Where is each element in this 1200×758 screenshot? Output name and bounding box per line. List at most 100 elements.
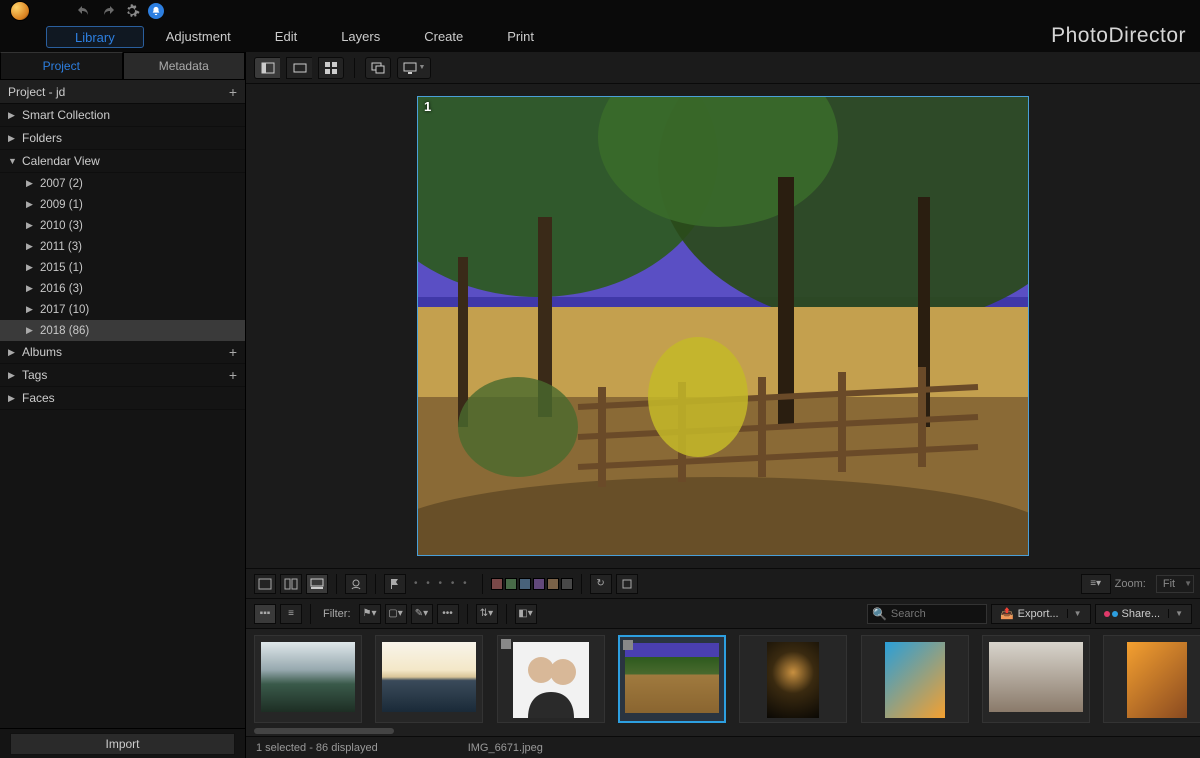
tree-albums[interactable]: ▶Albums+ bbox=[0, 341, 245, 364]
add-album-icon[interactable]: + bbox=[229, 344, 237, 360]
stack-icon[interactable]: ⇅▾ bbox=[476, 604, 498, 624]
tree-year[interactable]: ▶2016 (3) bbox=[0, 278, 245, 299]
color-swatch[interactable] bbox=[533, 578, 545, 590]
tree-faces[interactable]: ▶Faces bbox=[0, 387, 245, 410]
sidebar: Project Metadata Project - jd + ▶Smart C… bbox=[0, 52, 246, 758]
color-swatch[interactable] bbox=[519, 578, 531, 590]
nav-layers[interactable]: Layers bbox=[319, 26, 402, 48]
preview-area[interactable]: 1 bbox=[246, 84, 1200, 568]
settings-icon[interactable] bbox=[124, 3, 140, 19]
color-swatch[interactable] bbox=[491, 578, 503, 590]
layout-2-icon[interactable] bbox=[280, 574, 302, 594]
tree-label: Albums bbox=[22, 345, 62, 359]
tree-label: 2017 (10) bbox=[40, 304, 89, 316]
preview-photo bbox=[418, 97, 1028, 555]
share-button[interactable]: Share... ▼ bbox=[1095, 604, 1192, 624]
nav-adjustment[interactable]: Adjustment bbox=[144, 26, 253, 48]
app-logo bbox=[10, 1, 30, 21]
status-filename: IMG_6671.jpeg bbox=[468, 742, 543, 754]
nav-print[interactable]: Print bbox=[485, 26, 556, 48]
nav-library[interactable]: Library bbox=[46, 26, 144, 48]
thumbnail[interactable] bbox=[982, 635, 1090, 723]
thumbnail[interactable] bbox=[254, 635, 362, 723]
zoom-label: Zoom: bbox=[1115, 578, 1146, 590]
notifications-icon[interactable] bbox=[148, 3, 164, 19]
color-swatch[interactable] bbox=[561, 578, 573, 590]
share-icon bbox=[1104, 611, 1118, 617]
tab-project[interactable]: Project bbox=[0, 52, 123, 79]
filter-edit-icon[interactable]: ✎▾ bbox=[411, 604, 433, 624]
tab-metadata[interactable]: Metadata bbox=[123, 52, 246, 79]
thumbnail[interactable] bbox=[375, 635, 483, 723]
redo-icon[interactable] bbox=[100, 3, 116, 19]
sort-icon[interactable]: ≡▾ bbox=[1081, 574, 1111, 594]
tree-label: 2016 (3) bbox=[40, 283, 83, 295]
undo-icon[interactable] bbox=[76, 3, 92, 19]
filter-flag-icon[interactable]: ⚑▾ bbox=[359, 604, 381, 624]
edited-badge-icon bbox=[501, 639, 511, 649]
tree-calendar-view[interactable]: ▼Calendar View bbox=[0, 150, 245, 173]
tree-year[interactable]: ▶2015 (1) bbox=[0, 257, 245, 278]
color-filter-icon[interactable]: ◧▾ bbox=[515, 604, 537, 624]
tree-year[interactable]: ▶2011 (3) bbox=[0, 236, 245, 257]
tree-tags[interactable]: ▶Tags+ bbox=[0, 364, 245, 387]
main-area: ▼ 1 bbox=[246, 52, 1200, 758]
nav-create[interactable]: Create bbox=[402, 26, 485, 48]
photo-index: 1 bbox=[424, 99, 431, 114]
nav-edit[interactable]: Edit bbox=[253, 26, 319, 48]
slideshow-icon[interactable]: ▼ bbox=[397, 57, 431, 79]
export-button[interactable]: 📤 Export... ▼ bbox=[991, 604, 1091, 624]
thumbnail[interactable] bbox=[1103, 635, 1200, 723]
lower-toolbar-1: • • • • • ↻ ≡▾ Zoom: Fit ▼ bbox=[246, 568, 1200, 598]
color-swatch[interactable] bbox=[505, 578, 517, 590]
tree-label: Calendar View bbox=[22, 154, 100, 168]
view-grid-icon[interactable] bbox=[318, 57, 344, 79]
tree-label: 2018 (86) bbox=[40, 325, 89, 337]
tree-year[interactable]: ▶2017 (10) bbox=[0, 299, 245, 320]
thumbnail[interactable] bbox=[861, 635, 969, 723]
thumbnail[interactable] bbox=[739, 635, 847, 723]
tree-year[interactable]: ▶2007 (2) bbox=[0, 173, 245, 194]
status-selection: 1 selected - 86 displayed bbox=[256, 742, 378, 754]
thumbnail[interactable] bbox=[497, 635, 605, 723]
tree-folders[interactable]: ▶Folders bbox=[0, 127, 245, 150]
face-tag-icon[interactable] bbox=[345, 574, 367, 594]
layout-3-icon[interactable] bbox=[306, 574, 328, 594]
filter-more-icon[interactable]: ••• bbox=[437, 604, 459, 624]
color-swatch[interactable] bbox=[547, 578, 559, 590]
secondary-display-icon[interactable] bbox=[365, 57, 391, 79]
thumbnail[interactable] bbox=[618, 635, 726, 723]
rating-dots[interactable]: • • • • • bbox=[410, 578, 474, 589]
view-compare-icon[interactable] bbox=[286, 57, 312, 79]
status-bar: 1 selected - 86 displayed IMG_6671.jpeg bbox=[246, 736, 1200, 758]
crop-icon[interactable] bbox=[616, 574, 638, 594]
tree-label: 2009 (1) bbox=[40, 199, 83, 211]
titlebar bbox=[0, 0, 1200, 22]
view-single-icon[interactable] bbox=[254, 57, 280, 79]
flag-icon[interactable] bbox=[384, 574, 406, 594]
rotate-icon[interactable]: ↻ bbox=[590, 574, 612, 594]
add-tag-icon[interactable]: + bbox=[229, 367, 237, 383]
tree-smart-collection[interactable]: ▶Smart Collection bbox=[0, 104, 245, 127]
filmstrip[interactable] bbox=[246, 628, 1200, 736]
app-brand: PhotoDirector bbox=[1051, 24, 1186, 48]
photo-frame: 1 bbox=[417, 96, 1029, 556]
search-box[interactable]: 🔍 ✕ bbox=[867, 604, 987, 624]
chevron-down-icon[interactable]: ▼ bbox=[1168, 609, 1183, 618]
chevron-down-icon[interactable]: ▼ bbox=[1067, 609, 1082, 618]
thumb-size-list-icon[interactable]: ≡ bbox=[280, 604, 302, 624]
tree-label: Folders bbox=[22, 131, 62, 145]
filter-label-icon[interactable]: ▢▾ bbox=[385, 604, 407, 624]
thumb-size-small-icon[interactable]: ▪▪▪ bbox=[254, 604, 276, 624]
layout-1-icon[interactable] bbox=[254, 574, 276, 594]
add-project-icon[interactable]: + bbox=[229, 84, 237, 100]
export-icon: 📤 bbox=[1000, 607, 1014, 620]
tree-label: Tags bbox=[22, 368, 47, 382]
tree-year[interactable]: ▶2018 (86) bbox=[0, 320, 245, 341]
filmstrip-scrollbar[interactable] bbox=[254, 728, 394, 734]
tree-year[interactable]: ▶2010 (3) bbox=[0, 215, 245, 236]
tree-year[interactable]: ▶2009 (1) bbox=[0, 194, 245, 215]
lower-toolbar-2: ▪▪▪ ≡ Filter: ⚑▾ ▢▾ ✎▾ ••• ⇅▾ ◧▾ 🔍 ✕ bbox=[246, 598, 1200, 628]
import-button[interactable]: Import bbox=[10, 733, 235, 755]
project-header[interactable]: Project - jd + bbox=[0, 80, 245, 104]
